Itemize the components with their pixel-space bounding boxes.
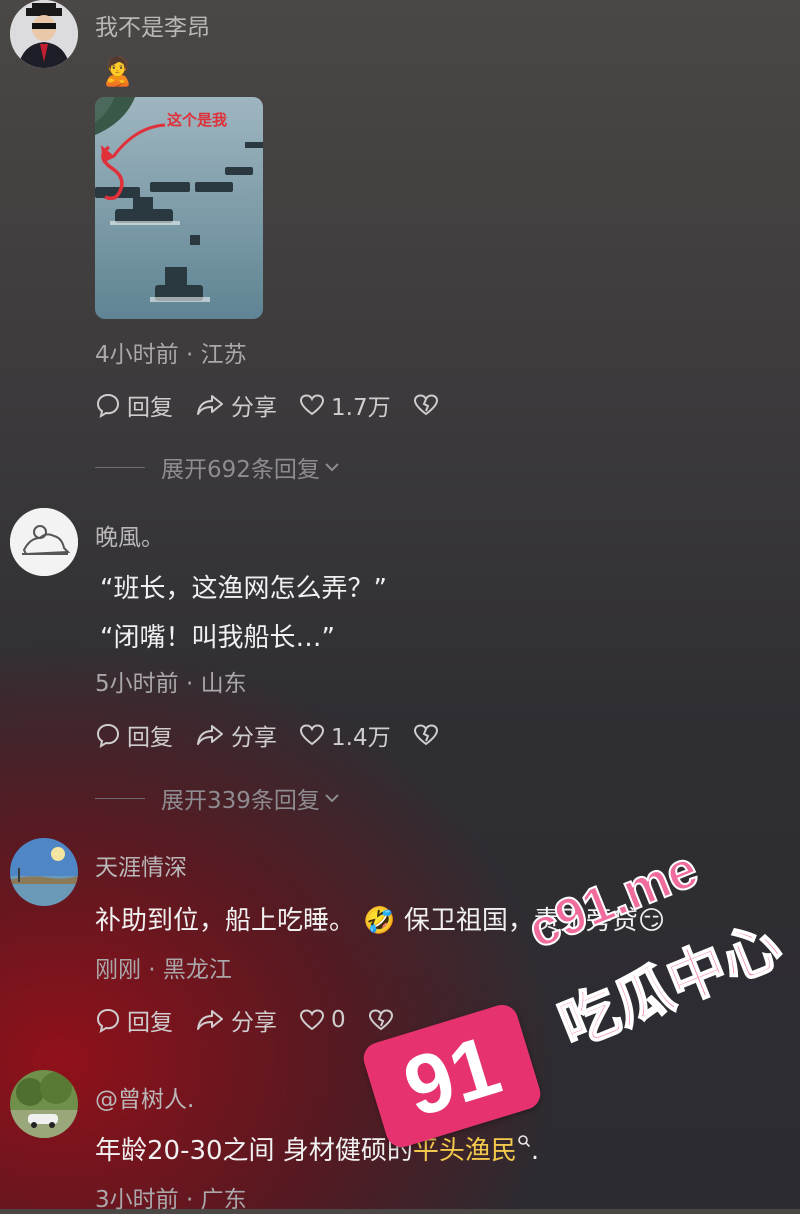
comment-text-a: 年龄20-30之间 身材健硕的 — [95, 1136, 413, 1166]
avatar[interactable] — [10, 0, 78, 68]
search-icon[interactable] — [517, 1134, 531, 1148]
search-highlight-link[interactable]: 平头渔民 — [413, 1136, 517, 1166]
reply-icon — [96, 723, 120, 748]
heart-icon — [299, 724, 325, 746]
reply-button[interactable]: 回复 — [95, 388, 173, 422]
comment-text-end: . — [530, 1136, 540, 1166]
comment-image[interactable]: 这个是我 — [95, 97, 263, 319]
like-count: 0 — [331, 1007, 346, 1033]
share-button[interactable]: 分享 — [195, 388, 277, 422]
dislike-button[interactable] — [368, 1008, 400, 1032]
username[interactable]: 我不是李昂 — [95, 8, 210, 42]
share-icon — [197, 725, 223, 745]
reply-label: 回复 — [127, 725, 173, 751]
share-label: 分享 — [231, 395, 277, 421]
comment-meta: 4小时前 · 江苏 — [95, 342, 247, 368]
share-button[interactable]: 分享 — [195, 1003, 277, 1037]
like-button[interactable]: 1.4万 — [299, 718, 391, 752]
broken-heart-icon — [413, 394, 438, 416]
username[interactable]: @曾树人. — [95, 1080, 194, 1114]
comment-text: 年龄20-30之间 身材健硕的平头渔民. — [95, 1130, 539, 1167]
comment-text: 补助到位，船上吃睡。 🤣 保卫祖国，责无旁贷😏 — [95, 900, 665, 937]
reply-icon — [96, 1008, 120, 1033]
share-button[interactable]: 分享 — [195, 718, 277, 752]
reply-label: 回复 — [127, 395, 173, 421]
comment-text-a: 补助到位，船上吃睡。 — [95, 906, 356, 936]
heart-icon — [299, 394, 325, 416]
comment-meta: 刚刚 · 黑龙江 — [95, 957, 232, 983]
share-icon — [197, 395, 223, 415]
share-label: 分享 — [231, 1010, 277, 1036]
reply-label: 回复 — [127, 1010, 173, 1036]
like-count: 1.4万 — [331, 725, 391, 751]
share-icon — [197, 1010, 223, 1030]
comment-line-1: “班长，这渔网怎么弄？” — [100, 574, 387, 604]
dislike-button[interactable] — [413, 393, 445, 417]
reply-button[interactable]: 回复 — [95, 718, 173, 752]
reply-button[interactable]: 回复 — [95, 1003, 173, 1037]
dislike-button[interactable] — [413, 723, 445, 747]
like-button[interactable]: 1.7万 — [299, 388, 391, 422]
comment-meta: 5小时前 · 山东 — [95, 671, 247, 697]
expand-replies[interactable]: 展开692条回复 — [95, 450, 340, 484]
expand-label: 展开692条回复 — [161, 457, 320, 483]
like-button[interactable]: 0 — [299, 1007, 346, 1033]
broken-heart-icon — [413, 724, 438, 746]
share-label: 分享 — [231, 725, 277, 751]
comment-actions: 回复 分享 0 — [95, 1003, 422, 1037]
divider — [95, 466, 145, 468]
username[interactable]: 晚風。 — [95, 518, 164, 552]
comment-actions: 回复 分享 1.4万 — [95, 718, 467, 752]
comment-text-b: 保卫祖国，责无旁贷 — [403, 906, 638, 936]
reply-icon — [96, 393, 120, 418]
broken-heart-icon — [368, 1009, 393, 1031]
heart-icon — [299, 1009, 325, 1031]
expand-replies[interactable]: 展开339条回复 — [95, 781, 340, 815]
emoji: 🤣 — [363, 906, 396, 936]
expand-label: 展开339条回复 — [161, 788, 320, 814]
chevron-down-icon — [325, 463, 339, 472]
chevron-down-icon — [325, 794, 339, 803]
avatar[interactable] — [10, 1070, 78, 1138]
comment-actions: 回复 分享 1.7万 — [95, 388, 467, 422]
avatar[interactable] — [10, 508, 78, 576]
comment-line-2: “闭嘴！叫我船长…” — [100, 623, 335, 653]
like-count: 1.7万 — [331, 395, 391, 421]
emoji: 🙎 — [100, 55, 135, 88]
image-caption: 这个是我 — [167, 111, 227, 129]
username[interactable]: 天涯情深 — [95, 848, 187, 882]
divider — [95, 797, 145, 799]
emoji: 😏 — [637, 906, 666, 936]
avatar[interactable] — [10, 838, 78, 906]
